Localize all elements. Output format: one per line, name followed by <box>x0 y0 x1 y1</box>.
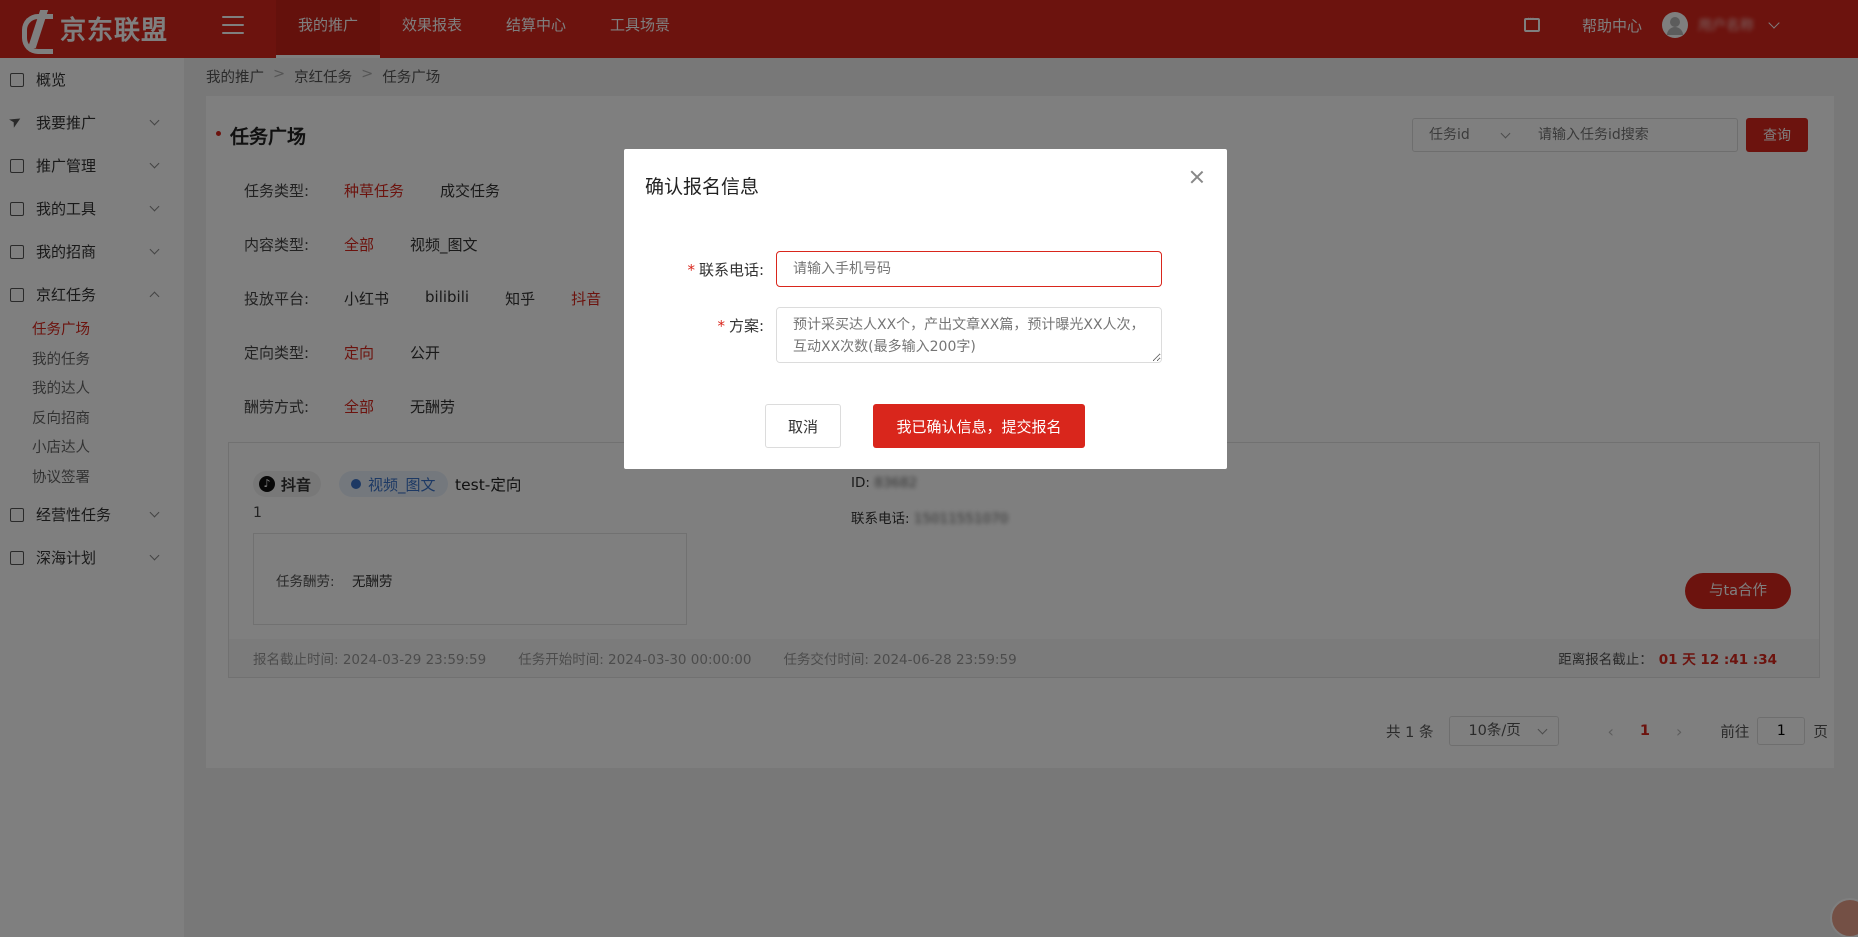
required-mark: * <box>687 261 695 279</box>
phone-input[interactable] <box>776 251 1162 287</box>
plan-textarea[interactable] <box>776 307 1162 363</box>
phone-label-text: 联系电话: <box>698 261 764 279</box>
plan-label-text: 方案: <box>728 317 764 335</box>
cancel-button[interactable]: 取消 <box>765 404 841 448</box>
submit-signup-button[interactable]: 我已确认信息，提交报名 <box>873 404 1085 448</box>
phone-label: * 联系电话: <box>654 259 764 280</box>
confirm-signup-modal: 确认报名信息 *联系电话: *方案: 取消 我已确认信息，提交报名 <box>624 149 1227 469</box>
required-mark: * <box>717 317 725 335</box>
plan-label: * 方案: <box>654 315 764 336</box>
modal-title: 确认报名信息 <box>645 176 760 198</box>
close-icon[interactable] <box>1189 169 1205 185</box>
